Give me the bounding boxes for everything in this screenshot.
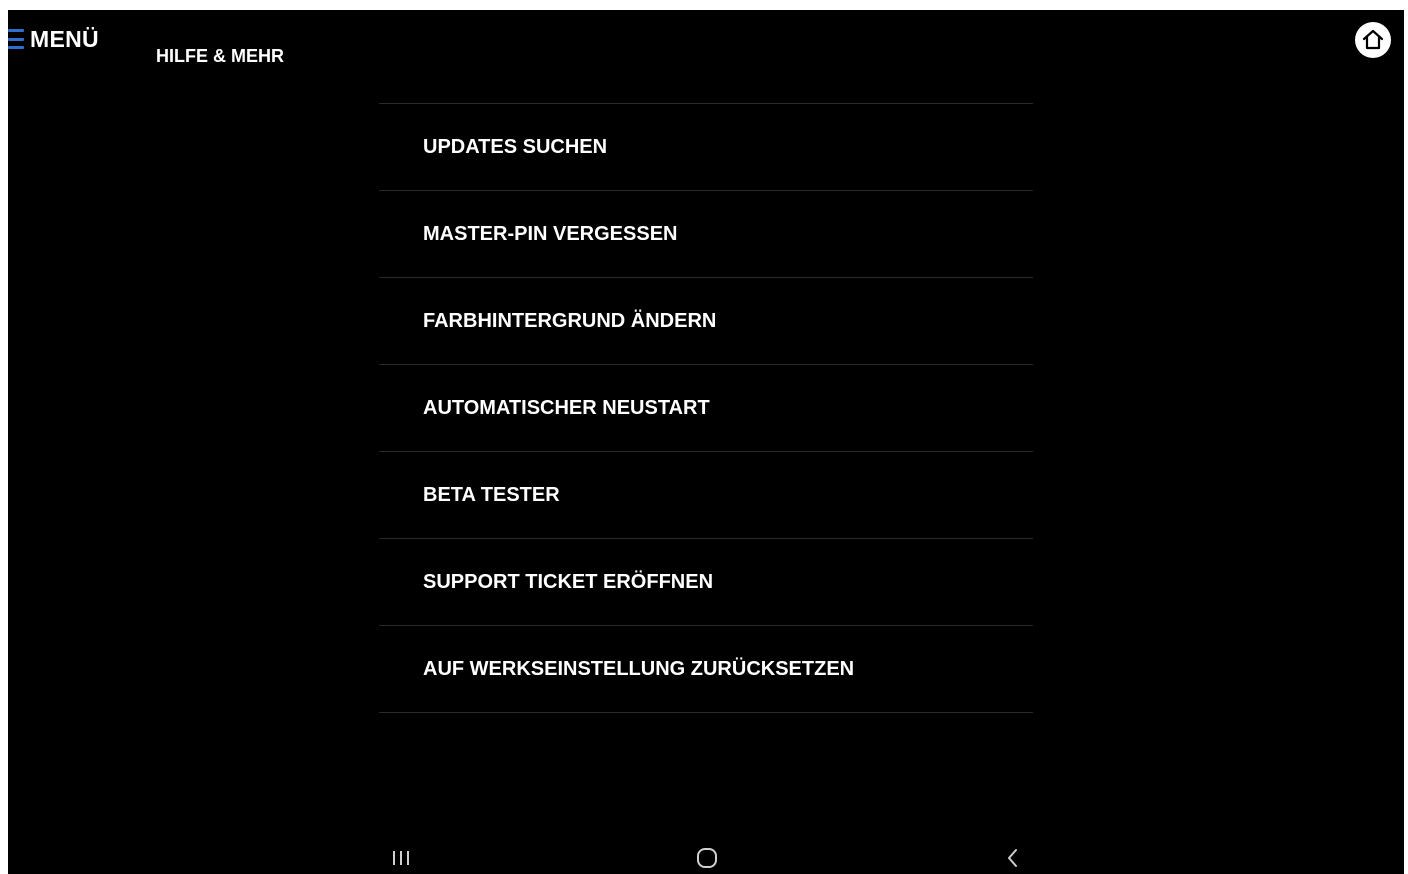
back-chevron-icon (1008, 849, 1017, 867)
system-nav-bar (8, 838, 1404, 874)
menu-item-support-ticket[interactable]: SUPPORT TICKET ERÖFFNEN (379, 539, 1033, 626)
menu-item-master-pin-vergessen[interactable]: MASTER-PIN VERGESSEN (379, 191, 1033, 278)
menu-label: MENÜ (30, 25, 99, 52)
menu-item-label: FARBHINTERGRUND ÄNDERN (423, 309, 717, 332)
menu-item-label: UPDATES SUCHEN (423, 135, 608, 158)
recent-apps-button[interactable] (381, 842, 421, 874)
menu-item-werkseinstellung[interactable]: AUF WERKSEINSTELLUNG ZURÜCKSETZEN (379, 626, 1033, 713)
help-menu-list: UPDATES SUCHEN MASTER-PIN VERGESSEN FARB… (379, 103, 1033, 713)
menu-item-automatischer-neustart[interactable]: AUTOMATISCHER NEUSTART (379, 365, 1033, 452)
app-screen: MENÜ HILFE & MEHR UPDATES SUCHEN MASTER-… (8, 10, 1404, 874)
system-back-button[interactable] (993, 842, 1033, 874)
menu-item-updates-suchen[interactable]: UPDATES SUCHEN (379, 104, 1033, 191)
menu-button[interactable]: MENÜ (8, 24, 99, 54)
home-icon (1362, 29, 1384, 50)
menu-item-label: SUPPORT TICKET ERÖFFNEN (423, 570, 714, 593)
menu-item-label: AUF WERKSEINSTELLUNG ZURÜCKSETZEN (423, 657, 855, 680)
menu-item-label: BETA TESTER (423, 483, 560, 506)
home-button[interactable] (1355, 22, 1391, 58)
recent-apps-icon (393, 851, 409, 865)
page-title: HILFE & MEHR (156, 46, 284, 66)
menu-item-label: AUTOMATISCHER NEUSTART (423, 396, 710, 419)
menu-item-beta-tester[interactable]: BETA TESTER (379, 452, 1033, 539)
menu-item-farbhintergrund-aendern[interactable]: FARBHINTERGRUND ÄNDERN (379, 278, 1033, 365)
hamburger-icon (8, 29, 24, 49)
system-home-button[interactable] (687, 842, 727, 874)
home-circle-icon (697, 848, 717, 868)
menu-item-label: MASTER-PIN VERGESSEN (423, 222, 678, 245)
